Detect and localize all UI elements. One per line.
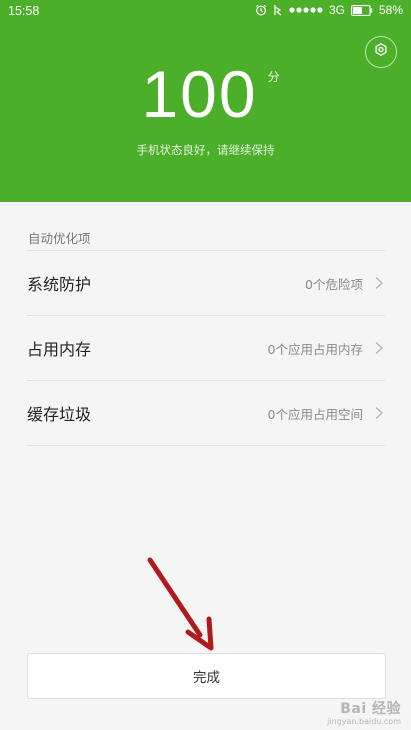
item-label: 占用内存: [27, 340, 92, 359]
status-time: 15:58: [8, 4, 40, 18]
vibrate-icon: [273, 4, 283, 16]
done-button[interactable]: 完成: [27, 653, 386, 699]
status-bar: 15:58 3G 58%: [0, 0, 411, 24]
score-value: 100: [141, 57, 258, 131]
chevron-right-icon: [375, 276, 384, 290]
chevron-right-icon: [375, 341, 384, 355]
status-indicators: 3G 58%: [255, 3, 403, 17]
score-display: 100 分: [0, 58, 411, 130]
chevron-right-icon: [375, 406, 384, 420]
watermark-logo: Bai 经验: [340, 701, 401, 717]
list-item-memory-usage[interactable]: 占用内存 0个应用占用内存: [27, 316, 385, 381]
alarm-icon: [255, 4, 267, 16]
item-label: 系统防护: [27, 275, 92, 294]
battery-icon: [351, 4, 373, 16]
optimize-list: 系统防护 0个危险项 占用内存 0个应用占用内存 缓存垃圾 0个应用占用空间: [27, 250, 385, 446]
score-header: 15:58 3G 58% 100 分 手机状态良好，请继续保持: [0, 0, 411, 202]
done-button-label: 完成: [193, 670, 220, 686]
baidu-jingyan-watermark: Bai 经验 jingyan.baidu.com: [327, 702, 401, 726]
list-item-cache-junk[interactable]: 缓存垃圾 0个应用占用空间: [27, 381, 385, 446]
section-title: 自动优化项: [28, 231, 91, 246]
battery-percent: 58%: [378, 3, 403, 17]
watermark-url: jingyan.baidu.com: [327, 717, 401, 726]
item-value: 0个应用占用空间: [267, 406, 363, 422]
item-value: 0个危险项: [305, 276, 363, 292]
item-label: 缓存垃圾: [27, 405, 92, 424]
network-type: 3G: [328, 3, 345, 17]
score-unit: 分: [267, 70, 280, 84]
item-value: 0个应用占用内存: [267, 341, 363, 357]
score-status-text: 手机状态良好，请继续保持: [136, 143, 275, 157]
list-item-system-protection[interactable]: 系统防护 0个危险项: [27, 251, 385, 316]
signal-icon: [289, 6, 323, 14]
